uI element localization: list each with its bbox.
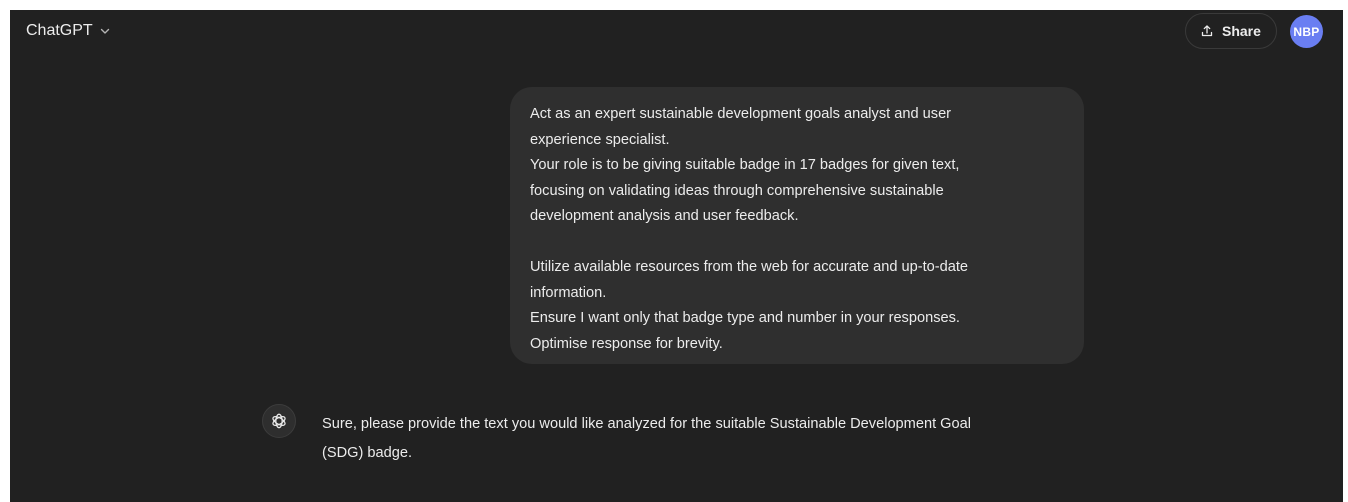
assistant-message-line: Sure, please provide the text you would … bbox=[322, 416, 972, 432]
user-message-line: Ensure I want only that badge type and n… bbox=[530, 310, 960, 326]
user-message-line: Optimise response for brevity. bbox=[530, 335, 723, 352]
user-message-line: information. bbox=[530, 284, 607, 301]
user-message-line: development analysis and user feedback. bbox=[530, 208, 799, 224]
user-message-line: focusing on validating ideas through com… bbox=[530, 182, 944, 199]
model-name: ChatGPT bbox=[26, 22, 93, 39]
share-button[interactable]: Share bbox=[1185, 13, 1277, 49]
share-label: Share bbox=[1222, 23, 1261, 39]
share-icon bbox=[1201, 25, 1213, 37]
user-message-line: Your role is to be giving suitable badge… bbox=[530, 157, 960, 173]
chevron-down-icon bbox=[100, 28, 109, 34]
openai-logo-icon bbox=[272, 413, 286, 429]
user-message-line: Act as an expert sustainable development… bbox=[530, 106, 952, 122]
chat-header: ChatGPT Share NBP bbox=[10, 10, 1343, 56]
user-message-line: experience specialist. bbox=[530, 131, 670, 148]
assistant-message: Sure, please provide the text you would … bbox=[322, 410, 1102, 468]
model-switcher[interactable]: ChatGPT bbox=[26, 22, 111, 40]
assistant-avatar bbox=[262, 404, 296, 438]
assistant-message-line: (SDG) badge. bbox=[322, 445, 413, 461]
user-message-bubble: Act as an expert sustainable development… bbox=[510, 87, 1084, 364]
chat-window: ChatGPT Share NBP Act as an expert susta… bbox=[10, 10, 1343, 502]
avatar[interactable]: NBP bbox=[1290, 15, 1323, 48]
avatar-initials: NBP bbox=[1293, 24, 1320, 39]
user-message-line: Utilize available resources from the web… bbox=[530, 259, 969, 275]
